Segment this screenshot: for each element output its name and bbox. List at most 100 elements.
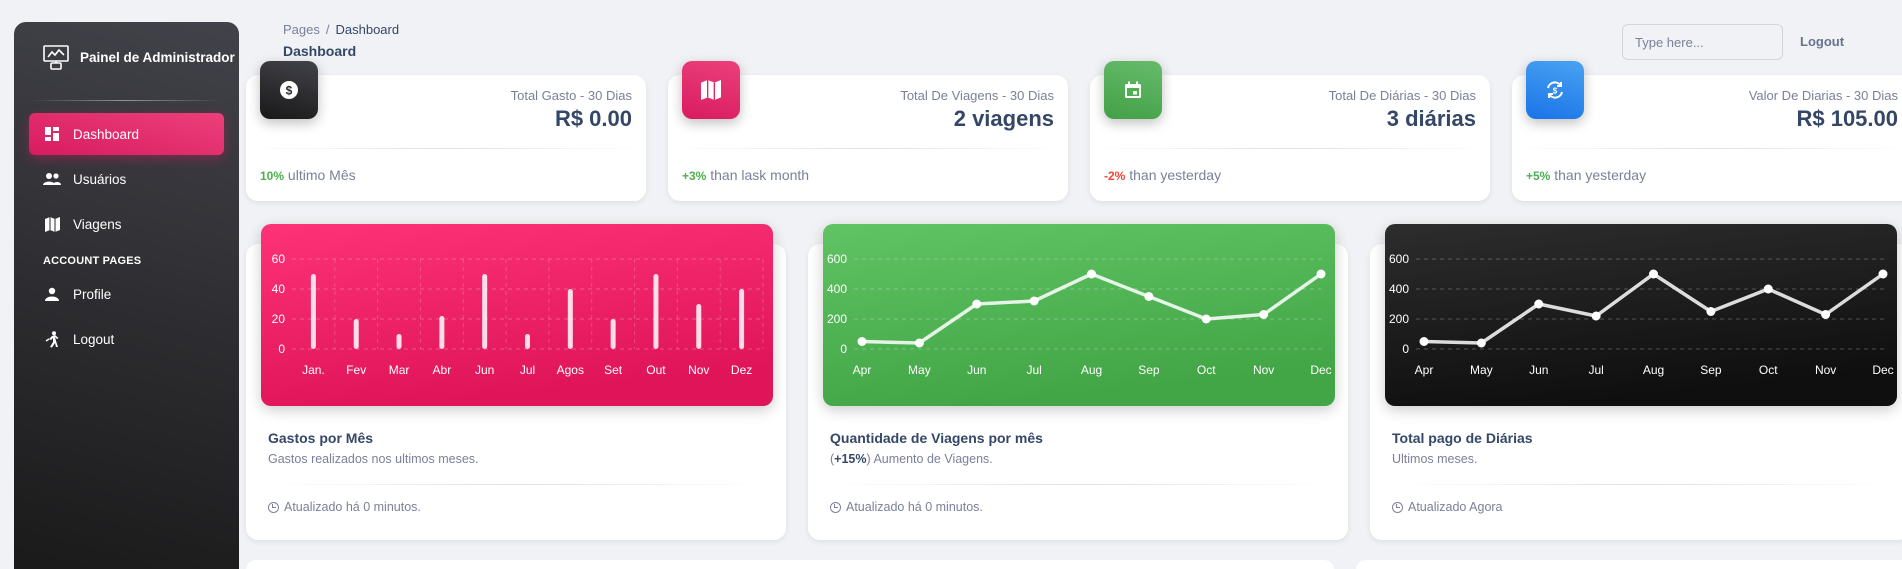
data-point [1201,314,1211,324]
stat-change: +3% [682,169,707,183]
sidebar: Painel de Administrador Dashboard Usuári… [14,22,239,569]
sidebar-item-label: Profile [73,286,112,302]
x-tick-label: Jul [1588,363,1603,377]
stat-change-text: than yesterday [1550,167,1647,183]
data-point [1316,269,1326,279]
sidebar-divider [30,100,223,101]
chart-background [261,224,773,406]
stat-icon-box: $ [1526,61,1584,119]
stat-footer: +5% than yesterday [1526,167,1646,183]
stat-change-text: ultimo Mês [284,167,356,183]
x-tick-label: Jan. [302,363,325,377]
data-point [1649,269,1658,279]
stat-label: Total Gasto - 30 Dias [510,88,632,103]
stat-label: Total De Diárias - 30 Dias [1328,88,1476,103]
stat-change: -2% [1104,169,1126,183]
chart-footer: Atualizado há 0 minutos. [830,500,983,514]
y-tick-label: 200 [827,312,847,326]
bar [353,319,359,349]
line-chart-diarias: 0 200 400 600 Apr May Jun Jul Aug Sep Oct Nov Dec [1385,224,1897,406]
bar [610,319,616,349]
chart-title: Quantidade de Viagens por mês [830,430,1043,446]
chart-divider [268,484,768,485]
x-tick-label: Sep [1138,363,1160,377]
data-point [1878,269,1888,279]
y-tick-label: 200 [1389,312,1409,326]
chart-divider [1392,484,1892,485]
stat-change: +5% [1526,169,1551,183]
dollar-icon: $ [280,81,298,99]
chart-footer: Atualizado há 0 minutos. [268,500,421,514]
logout-link[interactable]: Logout [1800,34,1844,49]
x-tick-label: Aug [1643,363,1664,377]
y-tick-label: 600 [1389,252,1409,266]
x-tick-label: May [1470,363,1493,377]
search-input[interactable] [1622,24,1783,60]
chart-footer-text: Atualizado Agora [1408,500,1503,514]
stat-label: Total De Viagens - 30 Dias [900,88,1054,103]
data-point [1763,284,1773,294]
y-tick-label: 400 [1389,282,1409,296]
bar-chart-gastos: 0 20 40 60 Jan. Fev Mar Abr Jun Jul Agos Set Out Nov D… [261,224,773,406]
bar [310,274,316,349]
x-tick-label: Mar [389,363,410,377]
stat-divider [1090,148,1490,149]
x-tick-label: Jul [1026,363,1041,377]
data-point [1591,311,1601,321]
data-point [972,299,982,309]
section-title-account-pages: ACCOUNT PAGES [43,255,142,267]
sidebar-item-label: Usuários [73,171,127,187]
data-point [1534,299,1544,309]
bar [482,274,488,349]
clock-icon [268,501,279,513]
svg-text:$: $ [1553,87,1558,96]
chart-subtitle: (+15%) Aumento de Viagens. [830,452,993,466]
y-tick-label: 600 [827,252,847,266]
brand[interactable]: Painel de Administrador [14,22,239,92]
x-tick-label: Jun [967,363,986,377]
sidebar-item-viagens[interactable]: Viagens [29,203,224,245]
dashboard-icon [43,125,61,143]
stat-divider [668,148,1068,149]
x-tick-label: Dez [731,363,752,377]
x-tick-label: Set [604,363,623,377]
svg-text:$: $ [286,84,293,98]
x-tick-label: Apr [853,363,872,377]
stat-footer: 10% ultimo Mês [260,167,356,183]
clock-icon [1392,501,1403,513]
stat-value: 3 diárias [1386,106,1476,131]
sidebar-item-label: Viagens [73,216,122,232]
data-point [1259,310,1269,319]
breadcrumb-current: Dashboard [335,22,400,37]
bar [567,289,573,349]
y-tick-label: 60 [272,252,286,266]
chart-subtitle-bold: +15% [834,452,867,466]
stat-card-total-viagens: Total De Viagens - 30 Dias 2 viagens +3%… [668,61,1068,201]
bar [439,316,445,349]
x-tick-label: Jun [1529,363,1548,377]
exchange-icon: $ [1547,81,1563,99]
y-tick-label: 0 [1402,342,1409,356]
x-tick-label: Aug [1081,363,1102,377]
chart-subtitle-text: Aumento de Viagens. [870,452,993,466]
chart-background [1385,224,1897,406]
breadcrumb-root[interactable]: Pages [283,22,320,37]
stat-change-text: than lask month [706,167,810,183]
breadcrumb-separator: / [325,22,330,37]
stat-footer: -2% than yesterday [1104,167,1221,183]
x-tick-label: Nov [1253,363,1274,377]
stat-card-valor-diarias: $ Valor De Diarias - 30 Dias R$ 105.00 +… [1512,61,1902,201]
stat-value: R$ 0.00 [554,106,632,131]
stat-footer: +3% than lask month [682,167,809,183]
chart-title: Total pago de Diárias [1392,430,1533,446]
sidebar-item-usuarios[interactable]: Usuários [29,158,224,200]
bar [739,289,745,349]
x-tick-label: Nov [1815,363,1836,377]
data-point [914,338,924,348]
breadcrumb: Pages / Dashboard [283,22,399,37]
sidebar-item-dashboard[interactable]: Dashboard [29,113,224,155]
sidebar-item-logout[interactable]: Logout [29,318,224,360]
admin-panel-icon [43,45,69,70]
bar [525,334,530,349]
sidebar-item-profile[interactable]: Profile [29,273,224,315]
